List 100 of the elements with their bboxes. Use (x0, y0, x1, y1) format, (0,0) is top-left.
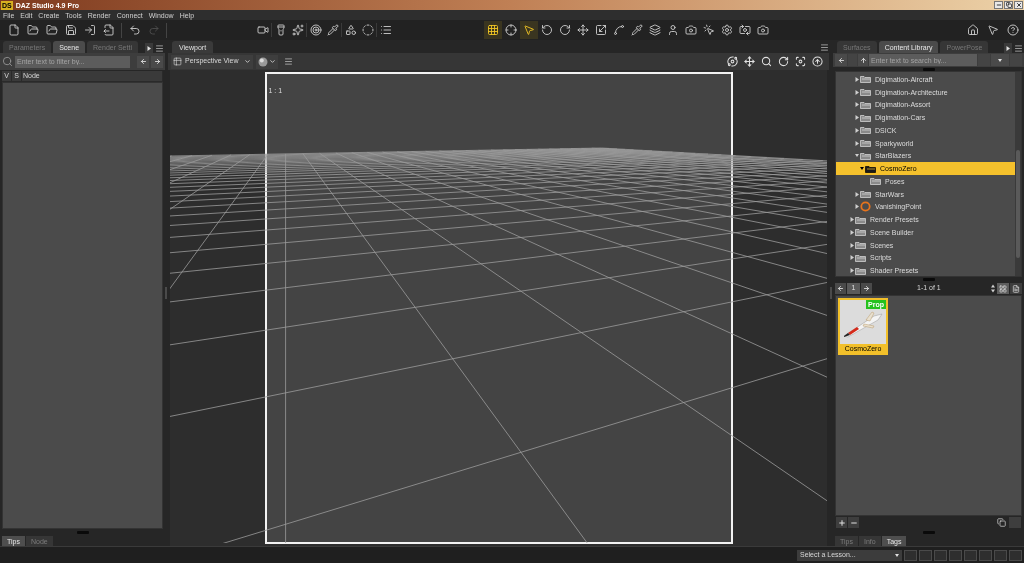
tree-scrollbar[interactable] (1015, 72, 1021, 276)
document-arrow-icon (102, 24, 115, 36)
tab-scroll-button[interactable] (145, 43, 153, 53)
tool-button[interactable] (502, 21, 520, 39)
folder-icon (855, 266, 866, 275)
list-view-button[interactable] (1010, 283, 1022, 294)
arrow-up-circle-icon (812, 56, 823, 67)
panel-menu-button[interactable] (819, 42, 829, 52)
crosshair-icon (505, 24, 517, 36)
scale-icon (595, 24, 607, 36)
caret-down-icon (244, 58, 251, 65)
up-button[interactable] (858, 54, 868, 66)
previous-button[interactable] (137, 55, 149, 68)
list-icon (379, 24, 392, 36)
up-down-arrows-icon (991, 284, 995, 293)
tab-scroll-button[interactable] (1004, 43, 1012, 53)
next-page-button[interactable] (861, 283, 872, 294)
camera-switch-icon (739, 24, 751, 36)
close-button[interactable] (1014, 1, 1023, 9)
add-button[interactable] (836, 517, 847, 528)
dashed-circle-icon (361, 24, 374, 36)
pointer-icon (523, 24, 535, 36)
menu-icon (283, 57, 293, 66)
menu-icon (1013, 43, 1023, 53)
tool-button[interactable] (484, 21, 502, 39)
folder-open-icon (26, 24, 39, 36)
restore-icon (1005, 2, 1012, 8)
folder-icon (860, 75, 871, 84)
spaceship-drawing (840, 300, 886, 344)
help-button[interactable] (1004, 21, 1022, 39)
caret-right-icon (1006, 45, 1010, 51)
restore-button[interactable] (1004, 1, 1013, 9)
camera-icon (757, 24, 769, 36)
tool-button[interactable] (520, 21, 538, 39)
house-icon (967, 24, 979, 36)
pointer-icon (987, 24, 999, 36)
tool-button[interactable] (646, 21, 664, 39)
previous-page-button[interactable] (835, 283, 846, 294)
undo-icon (128, 24, 141, 36)
arrow-right-icon (863, 285, 870, 292)
minimize-button[interactable] (994, 1, 1003, 9)
back-button[interactable] (835, 54, 847, 66)
orbit-button[interactable] (724, 54, 741, 69)
rotate-left-icon (541, 24, 553, 36)
resize-grip[interactable] (922, 67, 935, 71)
orbit-icon (727, 56, 738, 67)
pipette-icon (631, 24, 643, 36)
panel-menu-button[interactable] (154, 43, 164, 53)
arrow-into-box-icon (83, 24, 96, 36)
folder-icon (860, 151, 871, 160)
folder-icon (855, 228, 866, 237)
spline-icon (613, 24, 625, 36)
ring-icon (860, 201, 871, 213)
size-spinner[interactable] (990, 283, 996, 294)
layers-icon (649, 24, 661, 36)
pan-button[interactable] (741, 54, 758, 69)
create-button[interactable] (307, 21, 324, 39)
arrow-up-icon (859, 56, 867, 64)
shading-dropdown[interactable] (256, 54, 278, 69)
caret-down-icon (998, 57, 1002, 63)
document-icon (1012, 284, 1020, 293)
folder-icon (855, 253, 866, 262)
arrow-left-icon (139, 58, 147, 65)
folder-icon (860, 139, 871, 148)
plus-icon (837, 518, 846, 527)
copy-button[interactable] (995, 517, 1008, 528)
folder-icon (860, 190, 871, 199)
folder-icon (855, 215, 866, 224)
sphere-icon (258, 56, 268, 67)
move-arrows-icon (744, 56, 755, 67)
video-camera-icon (256, 24, 269, 36)
arrow-right-icon (153, 58, 161, 65)
grid-icon (487, 24, 499, 36)
create-button[interactable] (359, 21, 376, 39)
flashlight-icon (274, 24, 287, 36)
caret-down-icon (269, 58, 276, 65)
camera-icon (685, 24, 697, 36)
pointer-click-icon (703, 24, 715, 36)
folder-icon (860, 126, 871, 135)
arrow-left-icon (837, 285, 844, 292)
minimize-icon (995, 2, 1002, 8)
grid-icon (999, 284, 1007, 293)
folder-icon (860, 100, 871, 109)
up-button[interactable] (809, 54, 826, 69)
shapes-icon (344, 24, 357, 36)
search-icon (761, 56, 772, 67)
filter-dropdown-button[interactable] (991, 54, 1009, 66)
remove-button[interactable] (848, 517, 859, 528)
arrow-left-icon (837, 56, 845, 64)
panel-menu-button[interactable] (1013, 43, 1023, 53)
search-icon (2, 56, 13, 67)
person-icon (667, 24, 679, 36)
next-button[interactable] (151, 55, 163, 68)
folder-icon (870, 177, 881, 186)
rotate-arrow-icon (778, 56, 789, 67)
folder-icon (860, 113, 871, 122)
focus-icon (795, 56, 806, 67)
folder-icon (865, 164, 876, 173)
save-icon (64, 24, 77, 36)
close-icon (1015, 2, 1022, 8)
